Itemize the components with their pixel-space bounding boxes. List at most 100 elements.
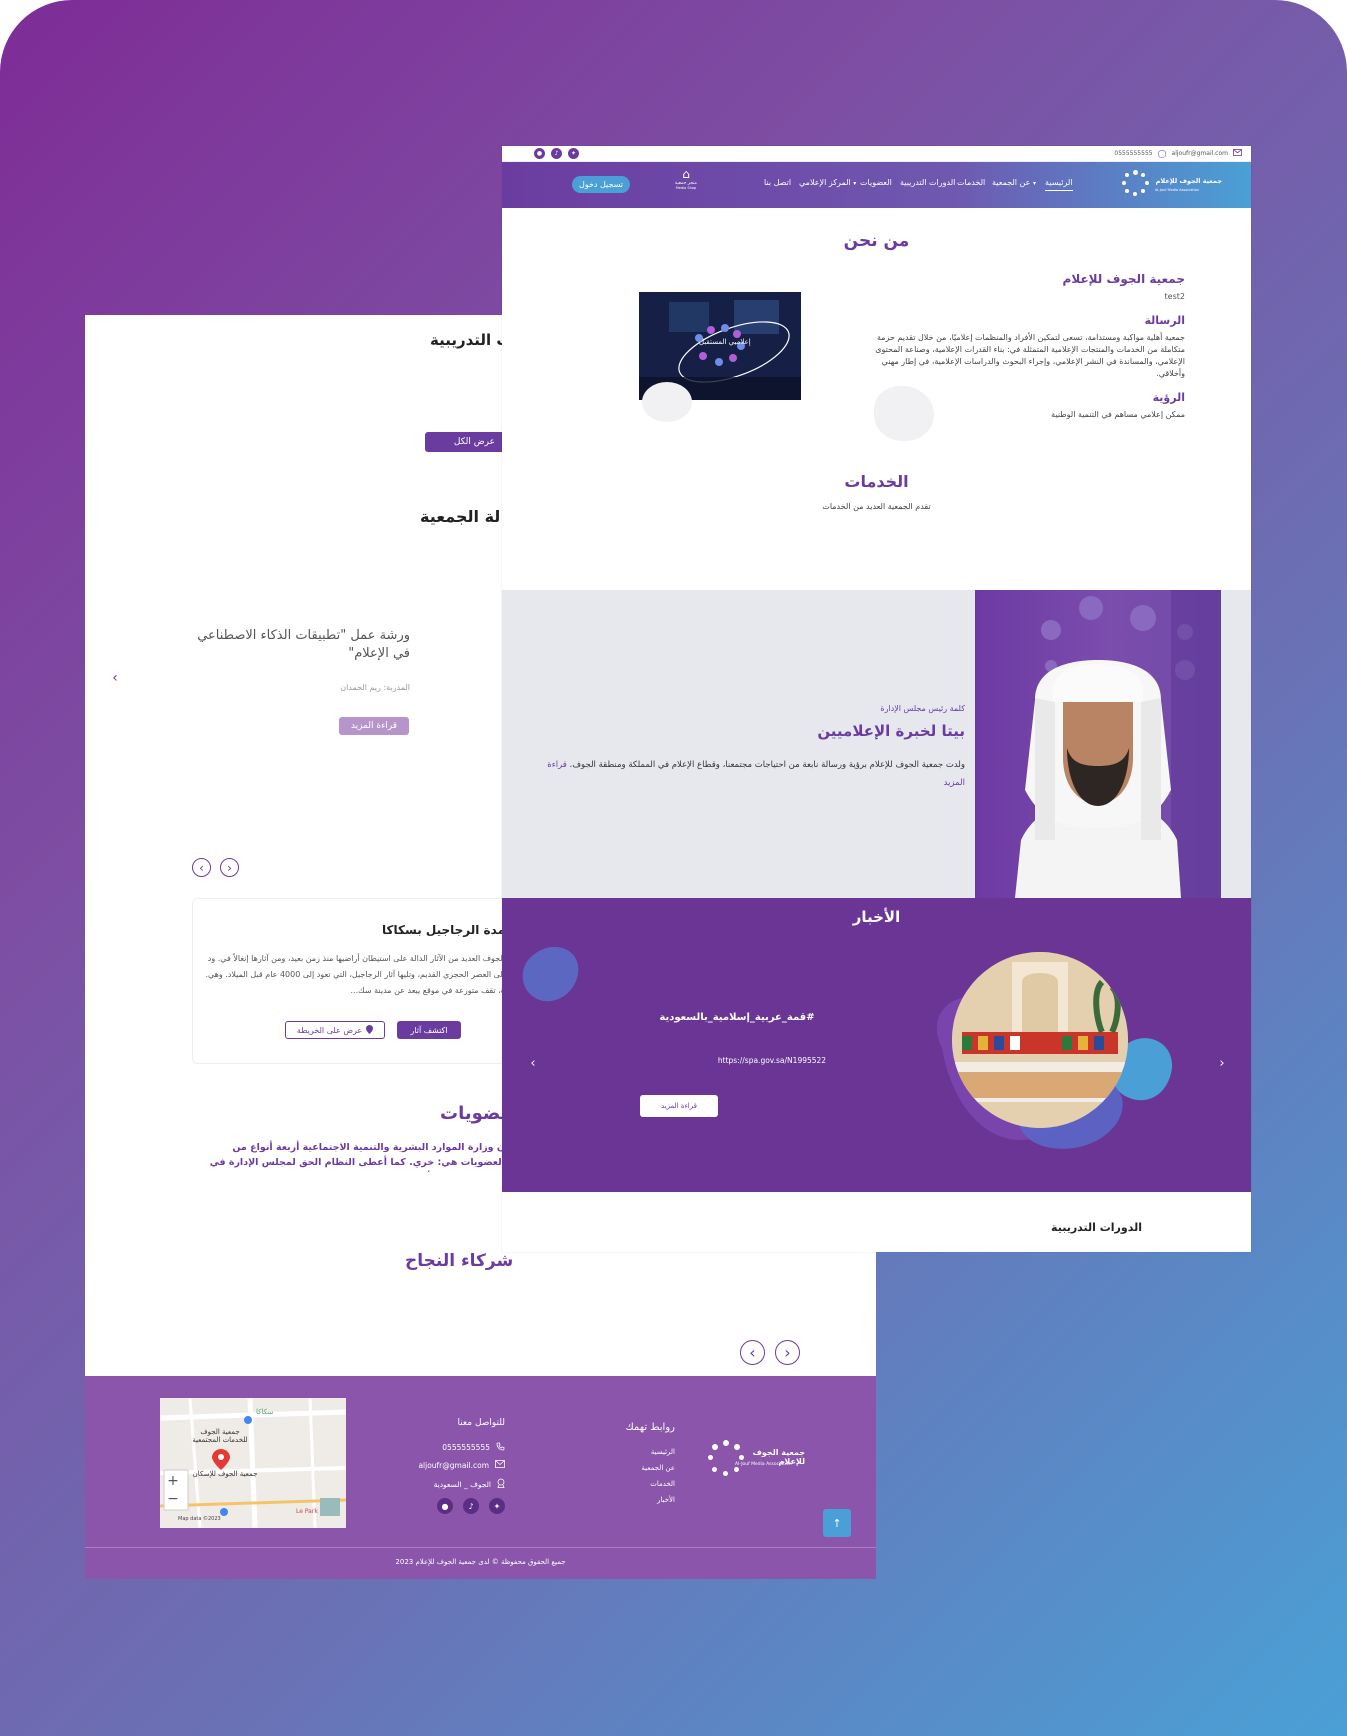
view-on-map-label: عرض على الخريطة [296,1025,363,1035]
nav-home[interactable]: الرئيسية [1045,178,1073,191]
chairman-photo [975,590,1221,898]
membership-text: ن وزارة الموارد البشرية والتنمية الاجتما… [209,1142,505,1168]
cart-icon: ⌂ [682,167,690,181]
footer-link-news[interactable]: الأخبار [595,1492,675,1508]
explore-button[interactable]: اكتشف آثار [397,1021,461,1039]
map-label-2: جمعية الجوف للإسكان [192,1470,258,1478]
news-read-more[interactable]: قراءة المزيد [640,1095,718,1117]
footer-links: الرئيسية عن الجمعية الخدمات الأخبار [595,1444,675,1508]
topbar-email[interactable]: aljoufr@gmail.com [1172,150,1228,157]
site-footer: جمعية الجوف للخدمات المجتمعية جمعية الجو… [85,1376,876,1579]
footer-logo-sub: Al-Jouf Media Association [735,1462,792,1467]
store-sub: Media Shop [675,186,697,190]
arrow-up-icon[interactable]: ↑ [823,1509,851,1537]
nav-media-center[interactable]: المركز الإعلامي ▾ [799,178,856,187]
news-headline[interactable]: #قمة_عربية_إسلامية_بالسعودية [622,1012,852,1023]
main-nav: جمعية الجوف للإعلام Al-Jouf Media Associ… [502,162,1251,208]
location-map[interactable]: جمعية الجوف للخدمات المجتمعية جمعية الجو… [160,1398,346,1528]
chevron-left-icon[interactable]: ‹ [527,1056,539,1071]
twitter-icon[interactable]: ✦ [568,148,579,159]
services-title: الخدمات [844,472,909,491]
news-section: الأخبار #قمة_عربية_إسلامية_بالسعودية htt… [502,898,1251,1192]
workshop-read-more[interactable]: قراءة المزيد [339,717,409,735]
about-image-caption: إعلاميي المستقبل [699,338,751,346]
back-assoc-title: لة الجمعية [420,507,501,526]
footer-email[interactable]: aljoufr@gmail.com [385,1460,505,1470]
snapchat-icon[interactable]: ● [534,148,545,159]
top-bar: aljoufr@gmail.com ◯ 0555555555 ● ♪ ✦ [502,146,1251,162]
footer-phone[interactable]: 0555555555 [385,1442,505,1453]
nav-about-label: عن الجمعية [992,178,1031,187]
map-attribution: Map data ©2023 [178,1516,221,1522]
chevron-right-icon[interactable]: › [1216,1056,1228,1071]
nav-media-center-label: المركز الإعلامي [799,178,851,187]
map-label-3: سكاكا [256,1408,274,1416]
news-image [952,952,1128,1128]
front-page: aljoufr@gmail.com ◯ 0555555555 ● ♪ ✦ جمع… [502,146,1251,1252]
footer-link-services[interactable]: الخدمات [595,1476,675,1492]
twitter-icon[interactable]: ✦ [489,1498,505,1514]
footer-link-about[interactable]: عن الجمعية [595,1460,675,1476]
org-name: جمعية الجوف للإعلام [1062,272,1185,286]
workshop-title[interactable]: ورشة عمل "تطبيقات الذكاء الاصطناعي في ال… [185,627,410,663]
vision-text: ممكن إعلامي مساهم في التنمية الوطنية [1051,410,1185,419]
chairman-text-body: ولدت جمعية الجوف للإعلام برؤية ورسالة نا… [569,760,965,770]
vision-title: الرؤية [1152,391,1185,404]
topbar-social: ● ♪ ✦ [534,148,579,159]
nav-logo-text: جمعية الجوف للإعلام [1155,177,1222,185]
footer-social: ● ♪ ✦ [437,1498,505,1514]
nav-courses[interactable]: الدورات التدريبية [900,178,955,187]
footer-location: الجوف _ السعودية [385,1478,505,1490]
workshop-trainer: المدربة: ريم الحمدان [340,683,410,692]
about-title: من نحن [843,231,910,251]
news-title: الأخبار [852,908,901,926]
nav-contact[interactable]: اتصل بنا [764,178,791,187]
zoom-out-button[interactable]: − [163,1490,183,1508]
partners-title: شركاء النجاح [405,1251,514,1271]
footer-phone-text: 0555555555 [442,1443,490,1452]
footer-location-text: الجوف _ السعودية [433,1479,491,1489]
email-icon [1233,149,1242,158]
chevron-left-icon[interactable]: ‹ [192,858,211,877]
services-subtitle: تقدم الجمعية العديد من الخدمات [822,502,931,511]
tiktok-icon[interactable]: ♪ [551,148,562,159]
nav-services[interactable]: الخدمات [957,178,985,187]
map-label-1: جمعية الجوف للخدمات المجتمعية [192,1428,248,1444]
chevron-right-icon[interactable]: › [775,1340,800,1365]
location-icon [497,1478,505,1490]
topbar-contact: aljoufr@gmail.com ◯ 0555555555 [1052,149,1242,158]
chevron-down-icon: ▾ [1032,180,1036,187]
view-all-button[interactable]: عرض الكل [425,432,505,452]
decor-blob [642,382,692,422]
chairman-text: ولدت جمعية الجوف للإعلام برؤية ورسالة نا… [542,756,965,792]
heritage-title: مدة الرجاجيل بسكاكا [382,923,505,937]
nav-memberships[interactable]: العضويات [860,178,892,187]
topbar-phone[interactable]: 0555555555 [1114,150,1152,157]
snapchat-icon[interactable]: ● [437,1498,453,1514]
whatsapp-icon: ◯ [1157,149,1167,158]
contact-title: للتواصل معنا [457,1418,505,1428]
chevron-left-icon[interactable]: ‹ [740,1340,765,1365]
nav-logo-mark[interactable] [1122,170,1150,198]
chevron-left-icon[interactable]: ‹ [109,670,121,686]
footer-link-home[interactable]: الرئيسية [595,1444,675,1460]
mission-text: جمعية أهلية مواكبة ومستدامة، تسعى لتمكين… [875,333,1185,378]
email-icon [495,1460,505,1470]
tiktok-icon[interactable]: ♪ [463,1498,479,1514]
chairman-kicker: كلمة رئيس مجلس الإدارة [880,704,965,713]
footer-divider [85,1547,876,1548]
front-courses-title: الدورات التدريبية [1051,1221,1142,1234]
media-store-link[interactable]: ⌂ متجر جمعية Media Shop [674,168,698,200]
footer-email-text: aljoufr@gmail.com [418,1460,489,1470]
map-label-4: Le Park [296,1508,318,1515]
chevron-right-icon[interactable]: › [220,858,239,877]
chevron-down-icon: ▾ [853,180,857,187]
copyright: جميع الحقوق محفوظة © لدى جمعية الجوف للإ… [395,1558,566,1566]
login-button[interactable]: تسجيل دخول [572,176,630,193]
zoom-in-button[interactable]: + [163,1472,183,1490]
links-title: روابط تهمك [625,1422,676,1433]
org-sub: test2 [1164,292,1185,301]
news-link[interactable]: https://spa.gov.sa/N1995522 [672,1056,872,1065]
nav-about[interactable]: عن الجمعية ▾ [992,178,1036,187]
view-on-map-button[interactable]: عرض على الخريطة [285,1021,385,1039]
